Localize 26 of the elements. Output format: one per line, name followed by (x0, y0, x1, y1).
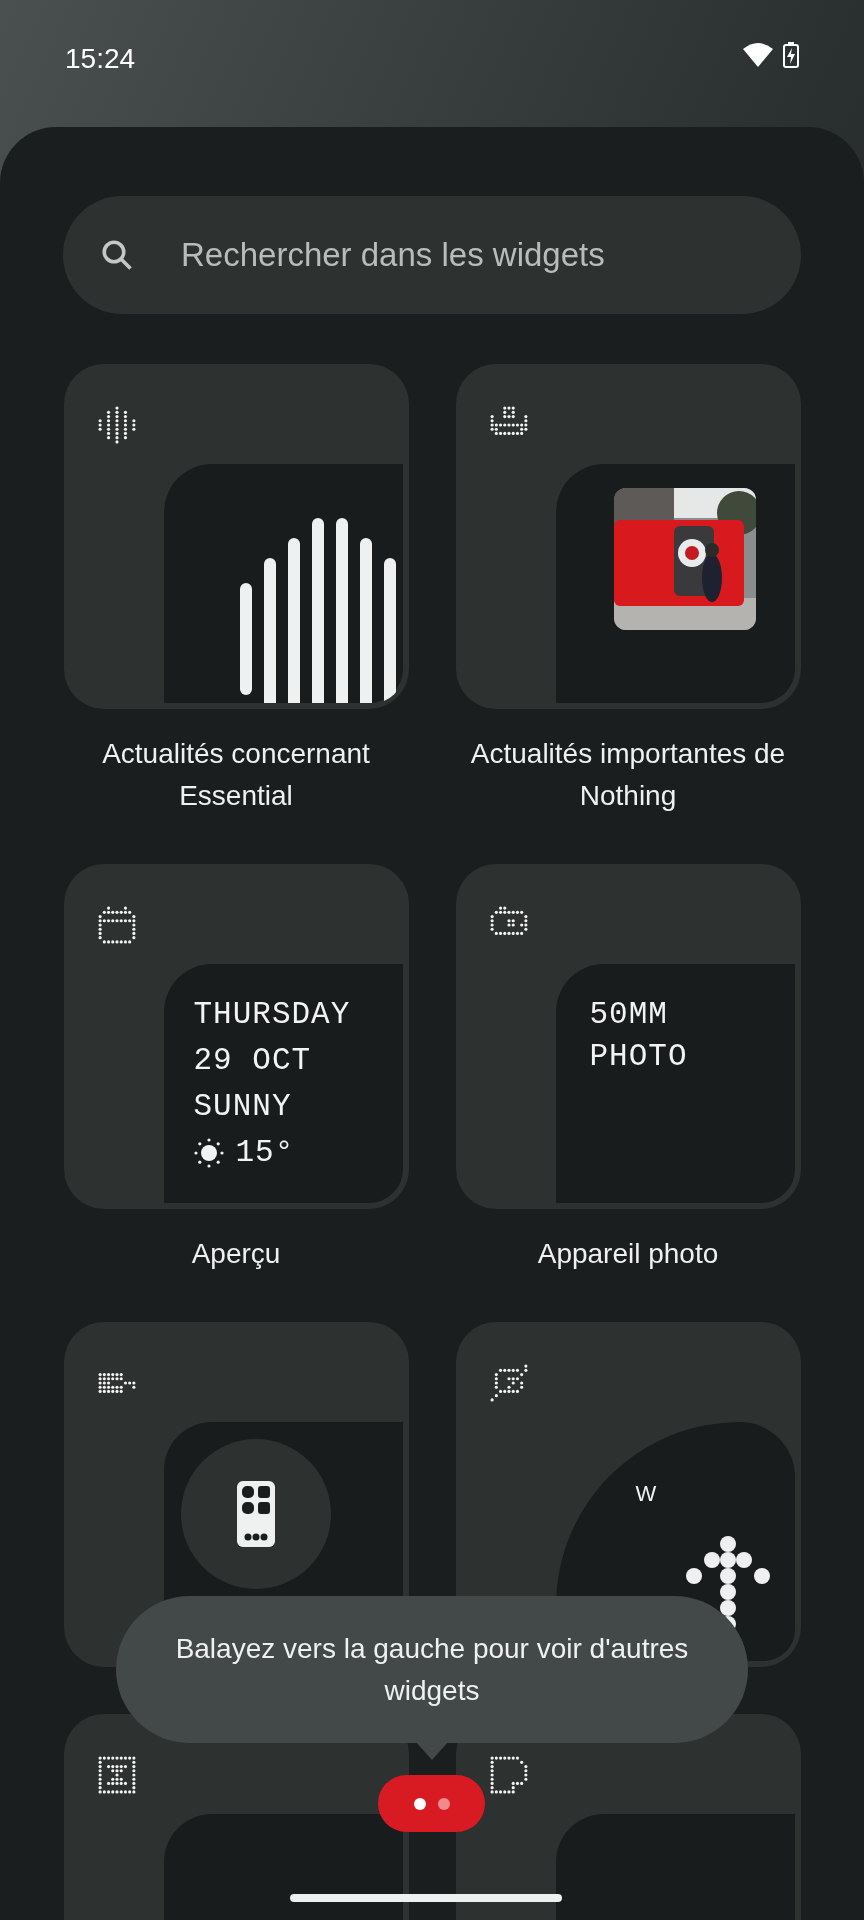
temperature-text: 15° (235, 1134, 295, 1172)
widget-label: Actualités concernant Essential (101, 737, 371, 813)
widget-preview-text: THURSDAY (193, 996, 352, 1034)
compass-direction-text: W (635, 1481, 657, 1506)
hourglass-icon (97, 1756, 136, 1794)
battery-charging-icon (783, 42, 799, 68)
wifi-icon (743, 43, 773, 67)
widget-label: Actualités importantes de Nothing (469, 737, 787, 813)
widget-card[interactable] (63, 364, 409, 709)
status-time: 15:24 (65, 42, 136, 76)
widget-preview-text: PHOTO (589, 1038, 689, 1076)
widget-label: Appareil photo (536, 1237, 720, 1271)
sun-icon (193, 1138, 224, 1168)
widget-card[interactable]: THURSDAY 29 OCT SUNNY 15° (63, 864, 409, 1209)
widget-preview-text: 50MM (589, 996, 669, 1034)
note-icon (489, 1756, 528, 1794)
widget-card[interactable]: 50MM PHOTO (455, 864, 801, 1209)
phone-icon (236, 1481, 275, 1547)
search-field[interactable]: Rechercher dans les widgets (63, 196, 801, 314)
widget-preview-text: SUNNY (193, 1088, 293, 1126)
calendar-icon (97, 906, 136, 944)
widget-preview-text: 29 OCT (193, 1042, 313, 1080)
widget-label: Aperçu (190, 1237, 282, 1271)
waveform-icon (97, 406, 136, 444)
compass-icon (489, 1364, 528, 1402)
widget-card[interactable] (455, 364, 801, 709)
